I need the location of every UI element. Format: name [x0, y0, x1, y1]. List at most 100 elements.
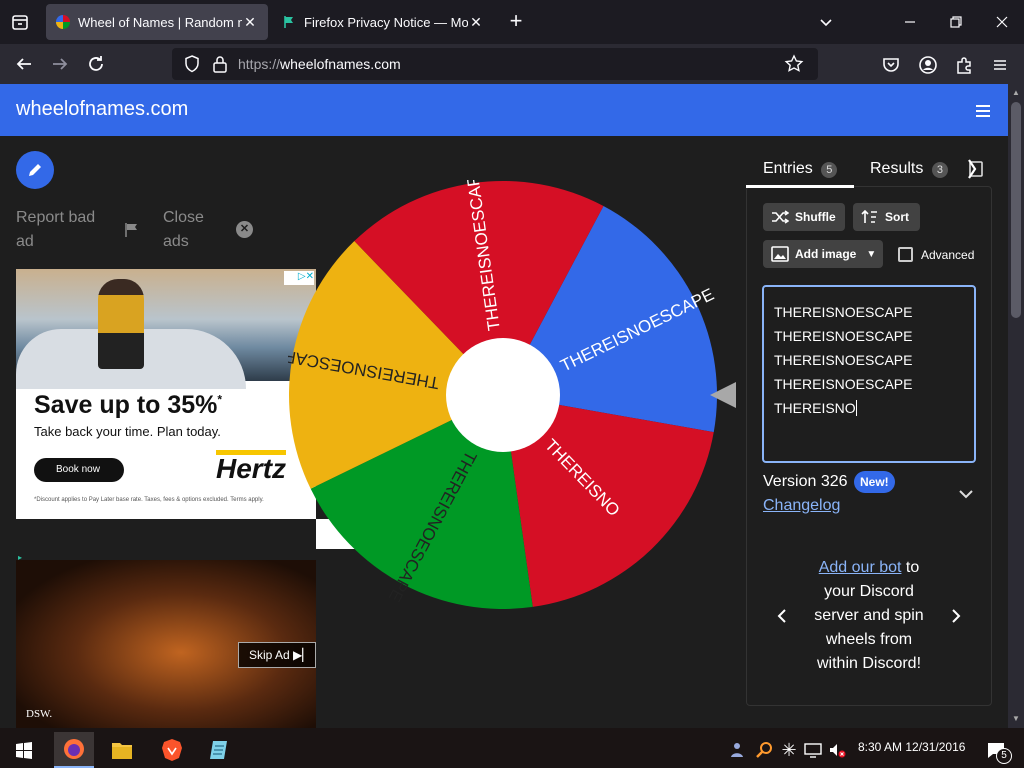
hertz-ad[interactable]: ▷✕ Save up to 35%* Take back your time. … — [16, 269, 316, 519]
flag-icon[interactable] — [124, 222, 140, 238]
skip-icon: ▶▏ — [293, 648, 312, 662]
version-text: Version 326 — [763, 473, 848, 490]
expand-chevron-icon[interactable] — [956, 484, 976, 504]
site-logo[interactable]: wheelofnames.com — [16, 98, 188, 121]
shuffle-icon — [772, 210, 789, 224]
brave-browser-icon[interactable] — [152, 732, 192, 768]
scrollbar-thumb[interactable] — [1011, 102, 1021, 318]
chevron-down-icon: ▼ — [866, 248, 877, 260]
extensions-icon[interactable] — [953, 54, 975, 76]
skip-ad-label: Skip Ad — [249, 648, 290, 662]
account-icon[interactable] — [917, 54, 939, 76]
entry-line: THEREISNOESCAPE — [774, 328, 913, 344]
discord-to: to — [901, 559, 920, 576]
close-window-icon[interactable] — [990, 10, 1014, 34]
entry-line: THEREISNOESCAPE — [774, 376, 913, 392]
start-windows-icon[interactable] — [4, 732, 44, 768]
pencil-icon — [29, 164, 41, 176]
entry-line-text: THEREISNO — [774, 400, 856, 416]
ad-headline-mark: * — [217, 392, 223, 407]
add-image-button[interactable]: Add image ▼ — [763, 240, 883, 268]
discord-line-2: your Discord — [824, 583, 914, 600]
menu-hamburger-icon[interactable] — [989, 54, 1011, 76]
forward-arrow-icon[interactable] — [48, 52, 72, 76]
url-text[interactable]: https://wheelofnames.com — [238, 56, 401, 72]
notepad-app-icon[interactable] — [200, 732, 240, 768]
tab-list-icon[interactable] — [8, 10, 32, 34]
reload-icon[interactable] — [84, 52, 108, 76]
tab-firefox-privacy[interactable]: Firefox Privacy Notice — Mozilla ✕ — [272, 4, 494, 40]
bookmark-star-icon[interactable] — [784, 54, 804, 74]
clock-date: 12/31/2016 — [905, 740, 966, 754]
changelog-link[interactable]: Changelog — [763, 497, 840, 515]
wheel-favicon-icon — [56, 15, 70, 29]
windows-taskbar: ✳ 8:30 AM 12/31/2016 5 — [0, 728, 1024, 768]
browser-tab-bar: Wheel of Names | Random name picker ✕ Fi… — [0, 0, 1024, 44]
lock-icon[interactable] — [210, 54, 230, 74]
discord-promo: Add our bot to your Discord server and s… — [802, 556, 936, 676]
entry-line: THEREISNOESCAPE — [774, 352, 913, 368]
site-menu-icon[interactable] — [972, 100, 994, 122]
discord-line-1: Add our bot to — [802, 556, 936, 580]
clock-time: 8:30 AM — [858, 740, 903, 754]
page-scrollbar[interactable]: ▲ ▼ — [1008, 84, 1024, 728]
clock[interactable]: 8:30 AM 12/31/2016 — [858, 740, 965, 754]
entries-textarea[interactable]: THEREISNOESCAPE THEREISNOESCAPE THEREISN… — [762, 285, 976, 463]
sort-label: Sort — [885, 210, 909, 224]
carousel-prev-icon[interactable] — [772, 606, 792, 626]
video-ad[interactable]: Skip Ad ▶▏ DSW. — [16, 560, 316, 728]
carousel-next-icon[interactable] — [946, 606, 966, 626]
action-center-icon[interactable]: 5 — [976, 732, 1016, 768]
pocket-icon[interactable] — [880, 54, 902, 76]
entry-line: THEREISNO — [774, 396, 964, 420]
advanced-checkbox[interactable] — [898, 247, 913, 262]
hide-panel-icon[interactable] — [964, 158, 986, 180]
entry-line: THEREISNOESCAPE — [774, 304, 913, 320]
tab-results[interactable]: Results 3 — [858, 156, 954, 188]
minimize-icon[interactable] — [898, 10, 922, 34]
file-explorer-icon[interactable] — [102, 732, 142, 768]
advanced-label[interactable]: Advanced — [921, 248, 974, 262]
add-image-label: Add image — [795, 247, 857, 261]
add-bot-link[interactable]: Add our bot — [819, 559, 902, 576]
close-tab-icon[interactable]: ✕ — [468, 14, 484, 31]
tab-wheel-of-names[interactable]: Wheel of Names | Random name picker ✕ — [46, 4, 268, 40]
discord-line-3: server and spin — [814, 607, 924, 624]
wheel-center-hub[interactable] — [446, 338, 560, 452]
url-scheme: https:// — [238, 56, 281, 72]
new-tab-button[interactable]: + — [504, 10, 528, 34]
ad-fineprint: *Discount applies to Pay Later base rate… — [34, 497, 264, 503]
ad-headline: Save up to 35%* — [34, 391, 222, 420]
shuffle-button[interactable]: Shuffle — [763, 203, 845, 231]
close-ads-link[interactable]: Close ads — [163, 206, 223, 254]
tab-results-label: Results — [870, 160, 924, 177]
close-ads-icon[interactable]: ✕ — [236, 221, 253, 238]
book-now-button[interactable]: Book now — [34, 458, 124, 482]
image-icon — [771, 246, 789, 262]
new-badge: New! — [854, 471, 895, 493]
back-arrow-icon[interactable] — [12, 52, 36, 76]
report-ad-link[interactable]: Report bad ad — [16, 206, 112, 254]
skip-ad-button[interactable]: Skip Ad ▶▏ — [238, 642, 316, 668]
spin-wheel[interactable]: THEREISNOESCAPETHEREISNOTHEREISNOESCAPET… — [288, 180, 718, 610]
page-content: wheelofnames.com Report bad ad Close ads… — [0, 84, 1008, 728]
url-bar[interactable]: https://wheelofnames.com — [172, 48, 818, 80]
discord-line-5: within Discord! — [816, 655, 922, 672]
list-all-tabs-icon[interactable] — [814, 10, 838, 34]
close-tab-icon[interactable]: ✕ — [242, 14, 258, 31]
url-host: wheelofnames.com — [280, 56, 401, 72]
restore-icon[interactable] — [944, 10, 968, 34]
scroll-down-icon[interactable]: ▼ — [1012, 714, 1020, 723]
edit-button[interactable] — [16, 151, 54, 189]
firefox-taskbar-icon[interactable] — [54, 732, 94, 768]
results-count-badge: 3 — [931, 162, 948, 178]
shield-icon[interactable] — [182, 54, 202, 74]
ad-subtext: Take back your time. Plan today. — [34, 424, 221, 439]
scroll-up-icon[interactable]: ▲ — [1012, 88, 1020, 97]
tab-title: Wheel of Names | Random name picker — [78, 14, 242, 30]
sort-button[interactable]: Sort — [853, 203, 920, 231]
sort-icon — [861, 209, 877, 223]
tab-title: Firefox Privacy Notice — Mozilla — [304, 14, 468, 30]
tab-entries[interactable]: Entries 5 — [746, 156, 854, 188]
volume-muted-tray-icon[interactable] — [822, 732, 852, 768]
